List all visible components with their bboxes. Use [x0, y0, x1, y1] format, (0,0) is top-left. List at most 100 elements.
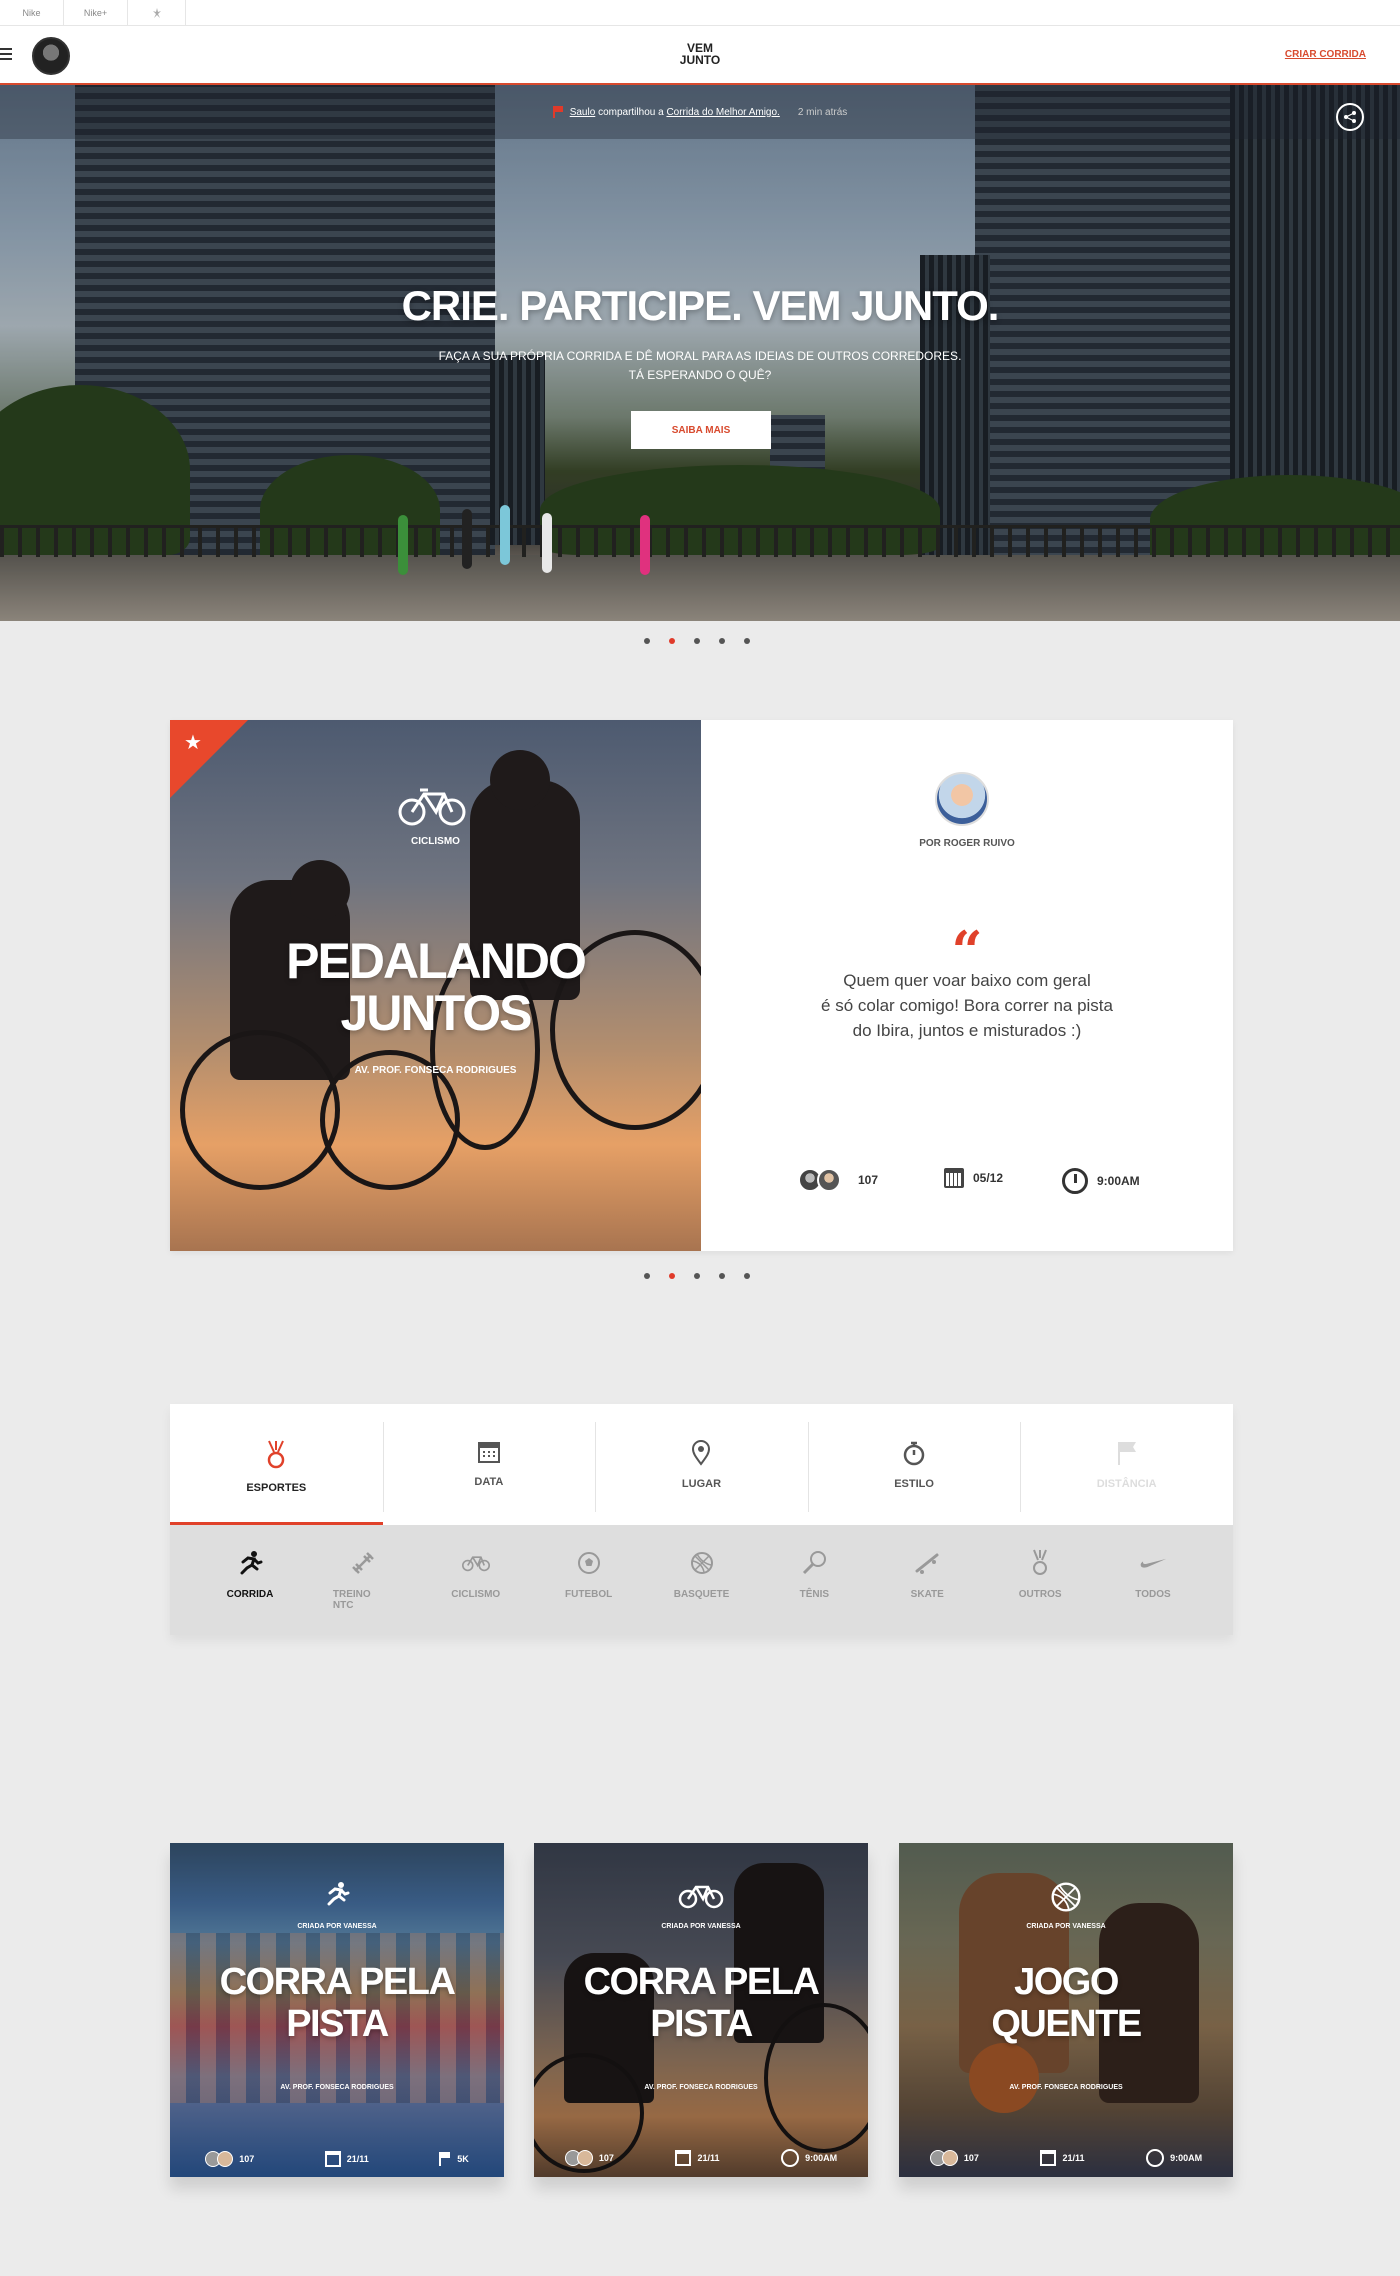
tab-label: ESPORTES — [246, 1482, 307, 1494]
learn-more-button[interactable]: SAIBA MAIS — [631, 411, 771, 449]
carousel-dot[interactable] — [744, 1273, 750, 1279]
calendar-icon — [477, 1442, 500, 1463]
carousel-dot[interactable] — [719, 1273, 725, 1279]
runner-icon — [327, 1882, 350, 1906]
sport-treino-ntc[interactable]: TREINO NTC — [333, 1525, 393, 1635]
jordan-icon — [152, 8, 161, 18]
basketball-icon — [1051, 1882, 1081, 1912]
participants[interactable]: 107 — [798, 1168, 878, 1192]
notification-race-link[interactable]: Corrida do Melhor Amigo. — [666, 107, 779, 118]
sport-label: FUTEBOL — [565, 1589, 613, 1600]
tab-label: ESTILO — [894, 1478, 934, 1490]
race-card[interactable]: CRIADA POR VANESSA CORRA PELA PISTA AV. … — [170, 1843, 504, 2177]
tab-jordan[interactable] — [128, 0, 186, 26]
sport-label: TODOS — [1135, 1589, 1171, 1600]
hero-title: CRIE. PARTICIPE. VEM JUNTO. — [401, 282, 1000, 329]
card-location: AV. PROF. FONSECA RODRIGUES — [644, 2084, 758, 2091]
carousel-dot[interactable] — [719, 638, 725, 644]
tab-data[interactable]: DATA — [382, 1404, 596, 1525]
pin-icon — [692, 1440, 711, 1466]
card-title-line1: CORRA PELA — [219, 1961, 456, 2003]
author-name[interactable]: POR ROGER RUIVO — [701, 838, 1233, 849]
sport-tenis[interactable]: TÊNIS — [784, 1525, 844, 1635]
participant-avatar — [817, 1168, 841, 1192]
bike-icon — [678, 1885, 724, 1909]
author-avatar[interactable] — [935, 772, 989, 826]
card-participants[interactable]: 107 — [929, 2150, 979, 2166]
carousel-dot[interactable] — [644, 638, 650, 644]
feature-carousel-dots — [644, 1273, 750, 1279]
sport-basquete[interactable]: BASQUETE — [672, 1525, 732, 1635]
share-icon[interactable] — [1336, 103, 1364, 131]
sport-outros[interactable]: OUTROS — [1010, 1525, 1070, 1635]
distance-value: 5K — [457, 2154, 469, 2164]
featured-title: PEDALANDO JUNTOS — [170, 935, 701, 1039]
card-location: AV. PROF. FONSECA RODRIGUES — [280, 2084, 394, 2091]
featured-quote: Quem quer voar baixo com geral é só cola… — [701, 968, 1233, 1043]
tab-label: LUGAR — [681, 1478, 722, 1490]
featured-race-card[interactable]: ★ CICLISMO PEDALANDO JUNTOS AV. PROF. FO… — [170, 720, 1233, 1251]
carousel-dot[interactable] — [694, 638, 700, 644]
logo[interactable]: VEM JUNTO — [670, 42, 730, 66]
featured-ribbon — [170, 720, 248, 798]
filter-panel: ESPORTES DATA LUGAR ESTILO DISTÂNCIA COR… — [170, 1404, 1233, 1635]
card-title: CORRA PELA PISTA — [534, 1961, 868, 2045]
card-title-line2: QUENTE — [991, 2003, 1142, 2045]
date-value: 05/12 — [973, 1171, 1004, 1185]
soccer-icon — [577, 1552, 600, 1574]
filter-tabs: ESPORTES DATA LUGAR ESTILO DISTÂNCIA — [170, 1404, 1233, 1525]
tab-nike-plus[interactable]: Nike+ — [64, 0, 128, 26]
card-participants[interactable]: 107 — [564, 2150, 614, 2166]
sport-futebol[interactable]: FUTEBOL — [559, 1525, 619, 1635]
card-title-line2: PISTA — [650, 2003, 753, 2045]
tennis-icon — [803, 1551, 827, 1575]
activity-notification[interactable]: Saulo compartilhou a Corrida do Melhor A… — [0, 85, 1400, 139]
medal-icon — [1033, 1549, 1048, 1575]
sport-skate[interactable]: SKATE — [897, 1525, 957, 1635]
clock-icon — [1146, 2149, 1165, 2167]
card-date: 21/11 — [1040, 2150, 1085, 2166]
participants-count: 107 — [963, 2153, 979, 2163]
sport-ciclismo[interactable]: CICLISMO — [446, 1525, 506, 1635]
carousel-dot[interactable] — [744, 638, 750, 644]
tab-estilo[interactable]: ESTILO — [807, 1404, 1021, 1525]
race-time: 9:00AM — [1062, 1168, 1140, 1194]
sport-label: SKATE — [910, 1589, 944, 1600]
user-avatar[interactable] — [32, 37, 70, 75]
race-card[interactable]: CRIADA POR VANESSA JOGO QUENTE AV. PROF.… — [899, 1843, 1233, 2177]
time-value: 9:00AM — [1170, 2153, 1203, 2163]
featured-sport: CICLISMO — [411, 836, 460, 847]
card-title: JOGO QUENTE — [899, 1961, 1233, 2045]
create-race-link[interactable]: CRIAR CORRIDA — [1285, 49, 1366, 60]
sport-corrida[interactable]: CORRIDA — [220, 1525, 280, 1635]
card-participants[interactable]: 107 — [205, 2151, 254, 2167]
date-value: 21/11 — [1062, 2153, 1085, 2163]
tab-lugar[interactable]: LUGAR — [595, 1404, 808, 1525]
participants-count: 107 — [598, 2153, 614, 2163]
carousel-dot-active[interactable] — [669, 1273, 675, 1279]
carousel-dot[interactable] — [644, 1273, 650, 1279]
logo-line2: JUNTO — [679, 53, 721, 67]
notification-user[interactable]: Saulo — [570, 107, 596, 118]
hero-subtitle-line2: TÁ ESPERANDO O QUÊ? — [628, 368, 772, 382]
sport-label: TREINO NTC — [332, 1589, 371, 1611]
carousel-dot[interactable] — [694, 1273, 700, 1279]
bike-icon — [461, 1556, 490, 1572]
calendar-icon — [324, 2151, 341, 2167]
carousel-dot-active[interactable] — [669, 638, 675, 644]
flag-icon — [1117, 1442, 1136, 1465]
card-time: 9:00AM — [781, 2149, 837, 2167]
featured-location: AV. PROF. FONSECA RODRIGUES — [354, 1065, 517, 1076]
sport-label: OUTROS — [1018, 1589, 1062, 1600]
participants-count: 107 — [239, 2154, 255, 2164]
stopwatch-icon — [903, 1441, 925, 1466]
tab-nike[interactable]: Nike — [0, 0, 64, 26]
sport-todos[interactable]: TODOS — [1123, 1525, 1183, 1635]
race-date: 05/12 — [944, 1168, 1003, 1188]
card-footer: 107 21/11 5K — [170, 2151, 504, 2167]
menu-icon[interactable] — [0, 48, 12, 60]
race-card[interactable]: CRIADA POR VANESSA CORRA PELA PISTA AV. … — [534, 1843, 868, 2177]
card-footer: 107 21/11 9:00AM — [534, 2149, 868, 2167]
tab-esportes[interactable]: ESPORTES — [170, 1404, 383, 1525]
quote-line2: é só colar comigo! Bora correr na pista — [821, 996, 1113, 1015]
